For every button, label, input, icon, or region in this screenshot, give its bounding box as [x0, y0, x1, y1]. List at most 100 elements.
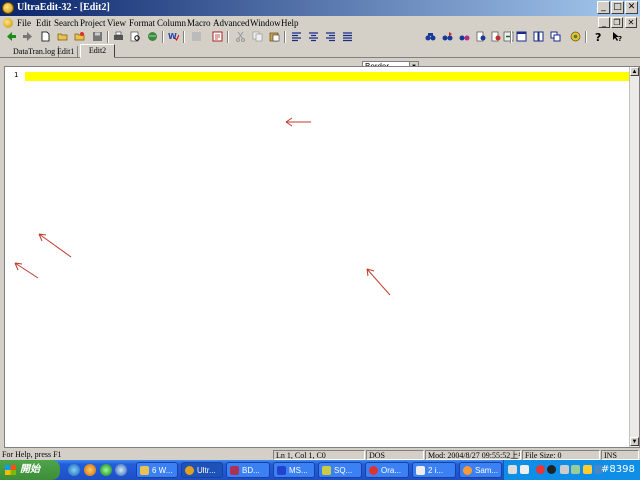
svg-text:?: ?	[595, 31, 601, 42]
find-in-files-icon[interactable]	[476, 31, 487, 42]
spell-check-icon[interactable]: W	[168, 31, 179, 42]
help-icon[interactable]: ?	[593, 31, 604, 42]
network-icon[interactable]	[547, 465, 556, 474]
menu-help[interactable]: Help	[281, 18, 299, 28]
tray-app-icon[interactable]	[583, 465, 592, 474]
properties-icon[interactable]	[191, 31, 202, 42]
justify-icon[interactable]	[342, 31, 353, 42]
menu-file[interactable]: File	[17, 18, 31, 28]
tile-icon[interactable]	[533, 31, 544, 42]
save-icon[interactable]	[92, 31, 103, 42]
annotation-arrow-1	[285, 117, 311, 127]
window-title: UltraEdit-32 - [Edit2]	[17, 2, 110, 13]
tools-icon[interactable]	[570, 31, 581, 42]
keyboard-icon[interactable]	[508, 465, 517, 474]
paste-icon[interactable]	[269, 31, 280, 42]
desktop-icon[interactable]	[115, 464, 127, 476]
scroll-up-arrow-icon[interactable]: ▲	[630, 67, 639, 76]
align-left-icon[interactable]	[291, 31, 302, 42]
task-sam[interactable]: Sam...	[459, 462, 502, 478]
goto-icon[interactable]	[503, 31, 514, 42]
window-list-icon[interactable]	[516, 31, 527, 42]
document-icon[interactable]	[3, 18, 13, 28]
tray-app-icon[interactable]	[571, 465, 580, 474]
svg-text:?: ?	[618, 35, 622, 42]
toolbar-separator	[183, 31, 185, 43]
task-label: 2 i...	[428, 466, 444, 475]
antivirus-icon[interactable]	[536, 465, 545, 474]
task-ms[interactable]: MS...	[273, 462, 315, 478]
replace-icon[interactable]	[459, 31, 470, 42]
mdi-restore-button[interactable]: ❐	[611, 17, 623, 28]
quicklaunch-icon[interactable]	[100, 464, 112, 476]
start-button[interactable]: 開始	[0, 460, 60, 480]
ultraedit-app-icon[interactable]	[2, 2, 14, 14]
task-label: 6 W...	[152, 466, 173, 475]
web-icon[interactable]	[147, 31, 158, 42]
replace-in-files-icon[interactable]	[491, 31, 502, 42]
open-folder-icon[interactable]	[57, 31, 68, 42]
menu-search[interactable]: Search	[54, 18, 79, 28]
maximize-button[interactable]: □	[611, 1, 624, 14]
tab-edit1[interactable]: Edit1	[54, 46, 79, 58]
help-book-icon	[277, 466, 286, 475]
minimize-button[interactable]: _	[597, 1, 610, 14]
align-center-icon[interactable]	[308, 31, 319, 42]
menu-view[interactable]: View	[107, 18, 126, 28]
tab-edit2[interactable]: Edit2	[80, 44, 115, 58]
windows-logo-icon	[5, 465, 16, 475]
annotation-arrow-2	[38, 233, 72, 258]
toolbar-separator	[585, 31, 587, 43]
start-label: 開始	[20, 464, 40, 475]
open-folder-alt-icon[interactable]	[74, 31, 85, 42]
task-bd[interactable]: BD...	[226, 462, 270, 478]
menu-edit[interactable]: Edit	[36, 18, 51, 28]
ultraedit-icon	[185, 466, 194, 475]
find-icon[interactable]	[425, 31, 436, 42]
menu-advanced[interactable]: Advanced	[213, 18, 249, 28]
toolbar-separator	[107, 31, 109, 43]
tray-app-icon[interactable]	[560, 465, 569, 474]
print-icon[interactable]	[113, 31, 124, 42]
menu-column[interactable]: Column	[157, 18, 186, 28]
menu-bar: File Edit Search Project View Format Col…	[0, 16, 640, 30]
status-format: DOS	[366, 450, 424, 460]
mdi-close-button[interactable]: ✕	[625, 17, 637, 28]
cut-icon[interactable]	[235, 31, 246, 42]
mdi-minimize-button[interactable]: _	[598, 17, 610, 28]
toolbar-separator	[227, 31, 229, 43]
clock[interactable]: #8398	[601, 464, 635, 475]
align-right-icon[interactable]	[325, 31, 336, 42]
cascade-icon[interactable]	[550, 31, 561, 42]
task-label: Ultr...	[197, 466, 216, 475]
task-ultraedit[interactable]: Ultr...	[181, 462, 223, 478]
menu-project[interactable]: Project	[80, 18, 106, 28]
menu-macro[interactable]: Macro	[187, 18, 211, 28]
app-icon	[230, 466, 239, 475]
tab-datatran-log[interactable]: DataTran.log	[10, 46, 60, 58]
back-icon[interactable]	[6, 31, 17, 42]
window-icon	[416, 466, 425, 475]
close-button[interactable]: ✕	[625, 1, 638, 14]
forward-icon[interactable]	[22, 31, 33, 42]
media-icon[interactable]	[84, 464, 96, 476]
menu-window[interactable]: Window	[250, 18, 281, 28]
ie-icon[interactable]	[68, 464, 80, 476]
toggle-icon[interactable]	[212, 31, 223, 42]
task-sq[interactable]: SQ...	[318, 462, 362, 478]
copy-icon[interactable]	[252, 31, 263, 42]
new-file-icon[interactable]	[40, 31, 51, 42]
scroll-down-arrow-icon[interactable]: ▼	[630, 437, 639, 446]
print-preview-icon[interactable]	[130, 31, 141, 42]
editor-area[interactable]: 1 ▲ ▼	[4, 66, 640, 448]
vertical-scrollbar[interactable]: ▲ ▼	[629, 67, 639, 447]
file-tabs: DataTran.log Edit1 Edit2	[0, 44, 640, 58]
task-folder[interactable]: 6 W...	[136, 462, 178, 478]
menu-format[interactable]: Format	[129, 18, 155, 28]
task-oracle[interactable]: Ora...	[365, 462, 409, 478]
oracle-icon	[369, 466, 378, 475]
context-help-icon[interactable]: ?	[612, 31, 623, 42]
find-next-icon[interactable]	[442, 31, 453, 42]
input-method-icon[interactable]	[520, 465, 529, 474]
task-group[interactable]: 2 i...	[412, 462, 456, 478]
